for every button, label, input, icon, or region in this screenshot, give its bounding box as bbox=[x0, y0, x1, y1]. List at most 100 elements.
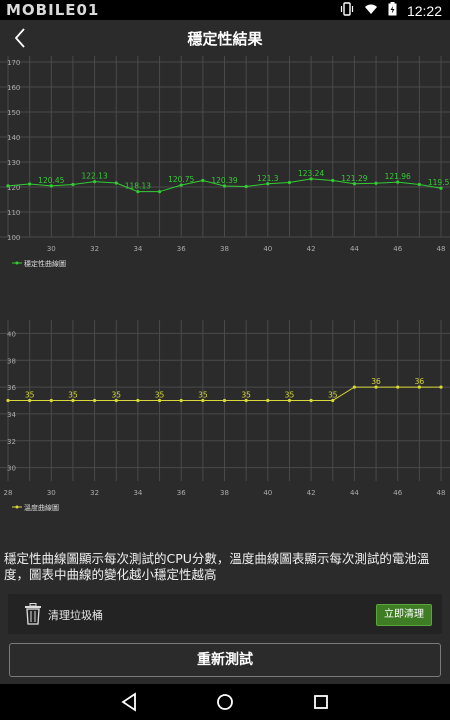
y-tick-label: 150 bbox=[7, 109, 20, 117]
data-point bbox=[114, 181, 118, 185]
data-label: 120.45 bbox=[38, 176, 64, 185]
data-label: 122.13 bbox=[81, 172, 107, 181]
battery-icon bbox=[388, 2, 397, 19]
vibrate-icon bbox=[340, 2, 354, 19]
data-point bbox=[352, 385, 356, 389]
stability-chart: 10011012013014015016017030 32 34 36 38 40 42 44… bbox=[0, 56, 450, 268]
brand-logo: MOBILE01 bbox=[6, 1, 100, 19]
data-label: 36 bbox=[371, 377, 381, 386]
status-bar: MOBILE01 12:22 bbox=[0, 0, 450, 20]
x-tick-label: 42 bbox=[307, 489, 316, 497]
legend-label: 溫度曲線圖 bbox=[24, 503, 59, 512]
data-label: 119.52 bbox=[428, 178, 450, 187]
data-label: 35 bbox=[241, 391, 251, 400]
x-tick-label: 36 bbox=[177, 489, 186, 497]
cleaner-panel: 清理垃圾桶 立即清理 bbox=[8, 594, 442, 634]
legend-marker bbox=[15, 505, 19, 509]
data-point bbox=[266, 398, 270, 403]
x-tick-label: 34 bbox=[133, 489, 142, 497]
cleaner-label: 清理垃圾桶 bbox=[48, 609, 103, 622]
data-point bbox=[136, 398, 140, 403]
data-point bbox=[222, 398, 227, 403]
x-tick-label: 42 bbox=[307, 245, 316, 253]
data-point bbox=[417, 182, 421, 187]
x-tick-label: 30 bbox=[47, 245, 56, 253]
data-point bbox=[179, 398, 183, 403]
data-label: 35 bbox=[155, 391, 165, 400]
data-point bbox=[309, 398, 313, 403]
back-triangle-icon[interactable] bbox=[120, 692, 138, 716]
legend-marker bbox=[15, 261, 19, 265]
x-tick-label: 36 bbox=[177, 245, 186, 253]
data-label: 35 bbox=[328, 391, 338, 400]
y-tick-label: 34 bbox=[7, 411, 16, 419]
x-tick-label: 44 bbox=[350, 489, 359, 497]
x-tick-label: 40 bbox=[263, 489, 272, 497]
legend-label: 穩定性曲線圖 bbox=[24, 259, 66, 268]
data-label: 118.13 bbox=[125, 182, 151, 191]
data-point bbox=[6, 398, 10, 403]
y-tick-label: 30 bbox=[7, 465, 16, 473]
data-label: 120.39 bbox=[211, 176, 237, 185]
retest-button[interactable]: 重新測試 bbox=[9, 643, 441, 677]
data-label: 35 bbox=[285, 391, 295, 400]
x-tick-label: 48 bbox=[437, 489, 446, 497]
y-tick-label: 140 bbox=[7, 134, 20, 142]
x-tick-label: 28 bbox=[4, 489, 13, 497]
x-tick-label: 30 bbox=[47, 489, 56, 497]
x-tick-label: 46 bbox=[393, 489, 402, 497]
data-point bbox=[201, 178, 205, 183]
x-tick-label: 38 bbox=[220, 489, 229, 497]
data-label: 36 bbox=[415, 377, 425, 386]
data-point bbox=[396, 385, 400, 389]
y-tick-label: 40 bbox=[7, 330, 16, 338]
y-tick-label: 36 bbox=[7, 384, 16, 392]
data-point bbox=[6, 184, 10, 188]
clean-now-button[interactable]: 立即清理 bbox=[376, 604, 432, 626]
data-point bbox=[374, 181, 378, 185]
y-tick-label: 100 bbox=[7, 234, 20, 242]
data-point bbox=[287, 180, 292, 185]
data-point bbox=[71, 182, 75, 187]
wifi-icon bbox=[364, 3, 378, 18]
x-tick-label: 46 bbox=[393, 245, 402, 253]
x-tick-label: 38 bbox=[220, 245, 229, 253]
y-tick-label: 160 bbox=[7, 84, 20, 92]
data-label: 121.96 bbox=[385, 172, 411, 181]
data-point bbox=[244, 184, 248, 189]
data-point bbox=[93, 398, 97, 403]
chart-description: 穩定性曲線圖顯示每次測試的CPU分數，溫度曲線圖表顯示每次測試的電池溫度，圖表中… bbox=[4, 551, 430, 582]
x-tick-label: 44 bbox=[350, 245, 359, 253]
data-label: 121.3 bbox=[257, 174, 279, 183]
y-tick-label: 38 bbox=[7, 357, 16, 365]
clock: 12:22 bbox=[406, 2, 442, 19]
data-label: 35 bbox=[198, 391, 208, 400]
x-tick-label: 40 bbox=[263, 245, 272, 253]
data-label: 123.24 bbox=[298, 169, 324, 178]
status-icons: 12:22 bbox=[340, 2, 442, 19]
data-label: 35 bbox=[25, 391, 35, 400]
page-title: 穩定性結果 bbox=[187, 30, 263, 48]
temperature-chart: 30 32 34 36 38 40 28 30 32 34 36 38 40 42 44 46 48 35 35 35… bbox=[0, 320, 450, 512]
data-label: 35 bbox=[68, 391, 78, 400]
x-tick-label: 34 bbox=[133, 245, 142, 253]
trash-icon bbox=[24, 603, 42, 625]
data-point bbox=[49, 398, 53, 403]
data-label: 35 bbox=[111, 391, 121, 400]
home-circle-icon[interactable] bbox=[216, 692, 234, 716]
data-point bbox=[157, 190, 162, 194]
data-label: 120.75 bbox=[168, 175, 194, 184]
x-tick-label: 48 bbox=[437, 245, 446, 253]
data-point bbox=[28, 182, 32, 186]
recents-square-icon[interactable] bbox=[312, 692, 330, 716]
y-tick-label: 110 bbox=[7, 209, 20, 217]
x-tick-label: 32 bbox=[90, 245, 99, 253]
data-label: 121.29 bbox=[341, 174, 367, 183]
y-tick-label: 32 bbox=[7, 438, 16, 446]
navigation-bar bbox=[0, 684, 450, 720]
data-point bbox=[331, 178, 335, 183]
y-tick-label: 170 bbox=[7, 59, 20, 67]
x-tick-label: 32 bbox=[90, 489, 99, 497]
y-tick-label: 130 bbox=[7, 159, 20, 167]
app-bar: 穩定性結果 bbox=[0, 20, 450, 56]
